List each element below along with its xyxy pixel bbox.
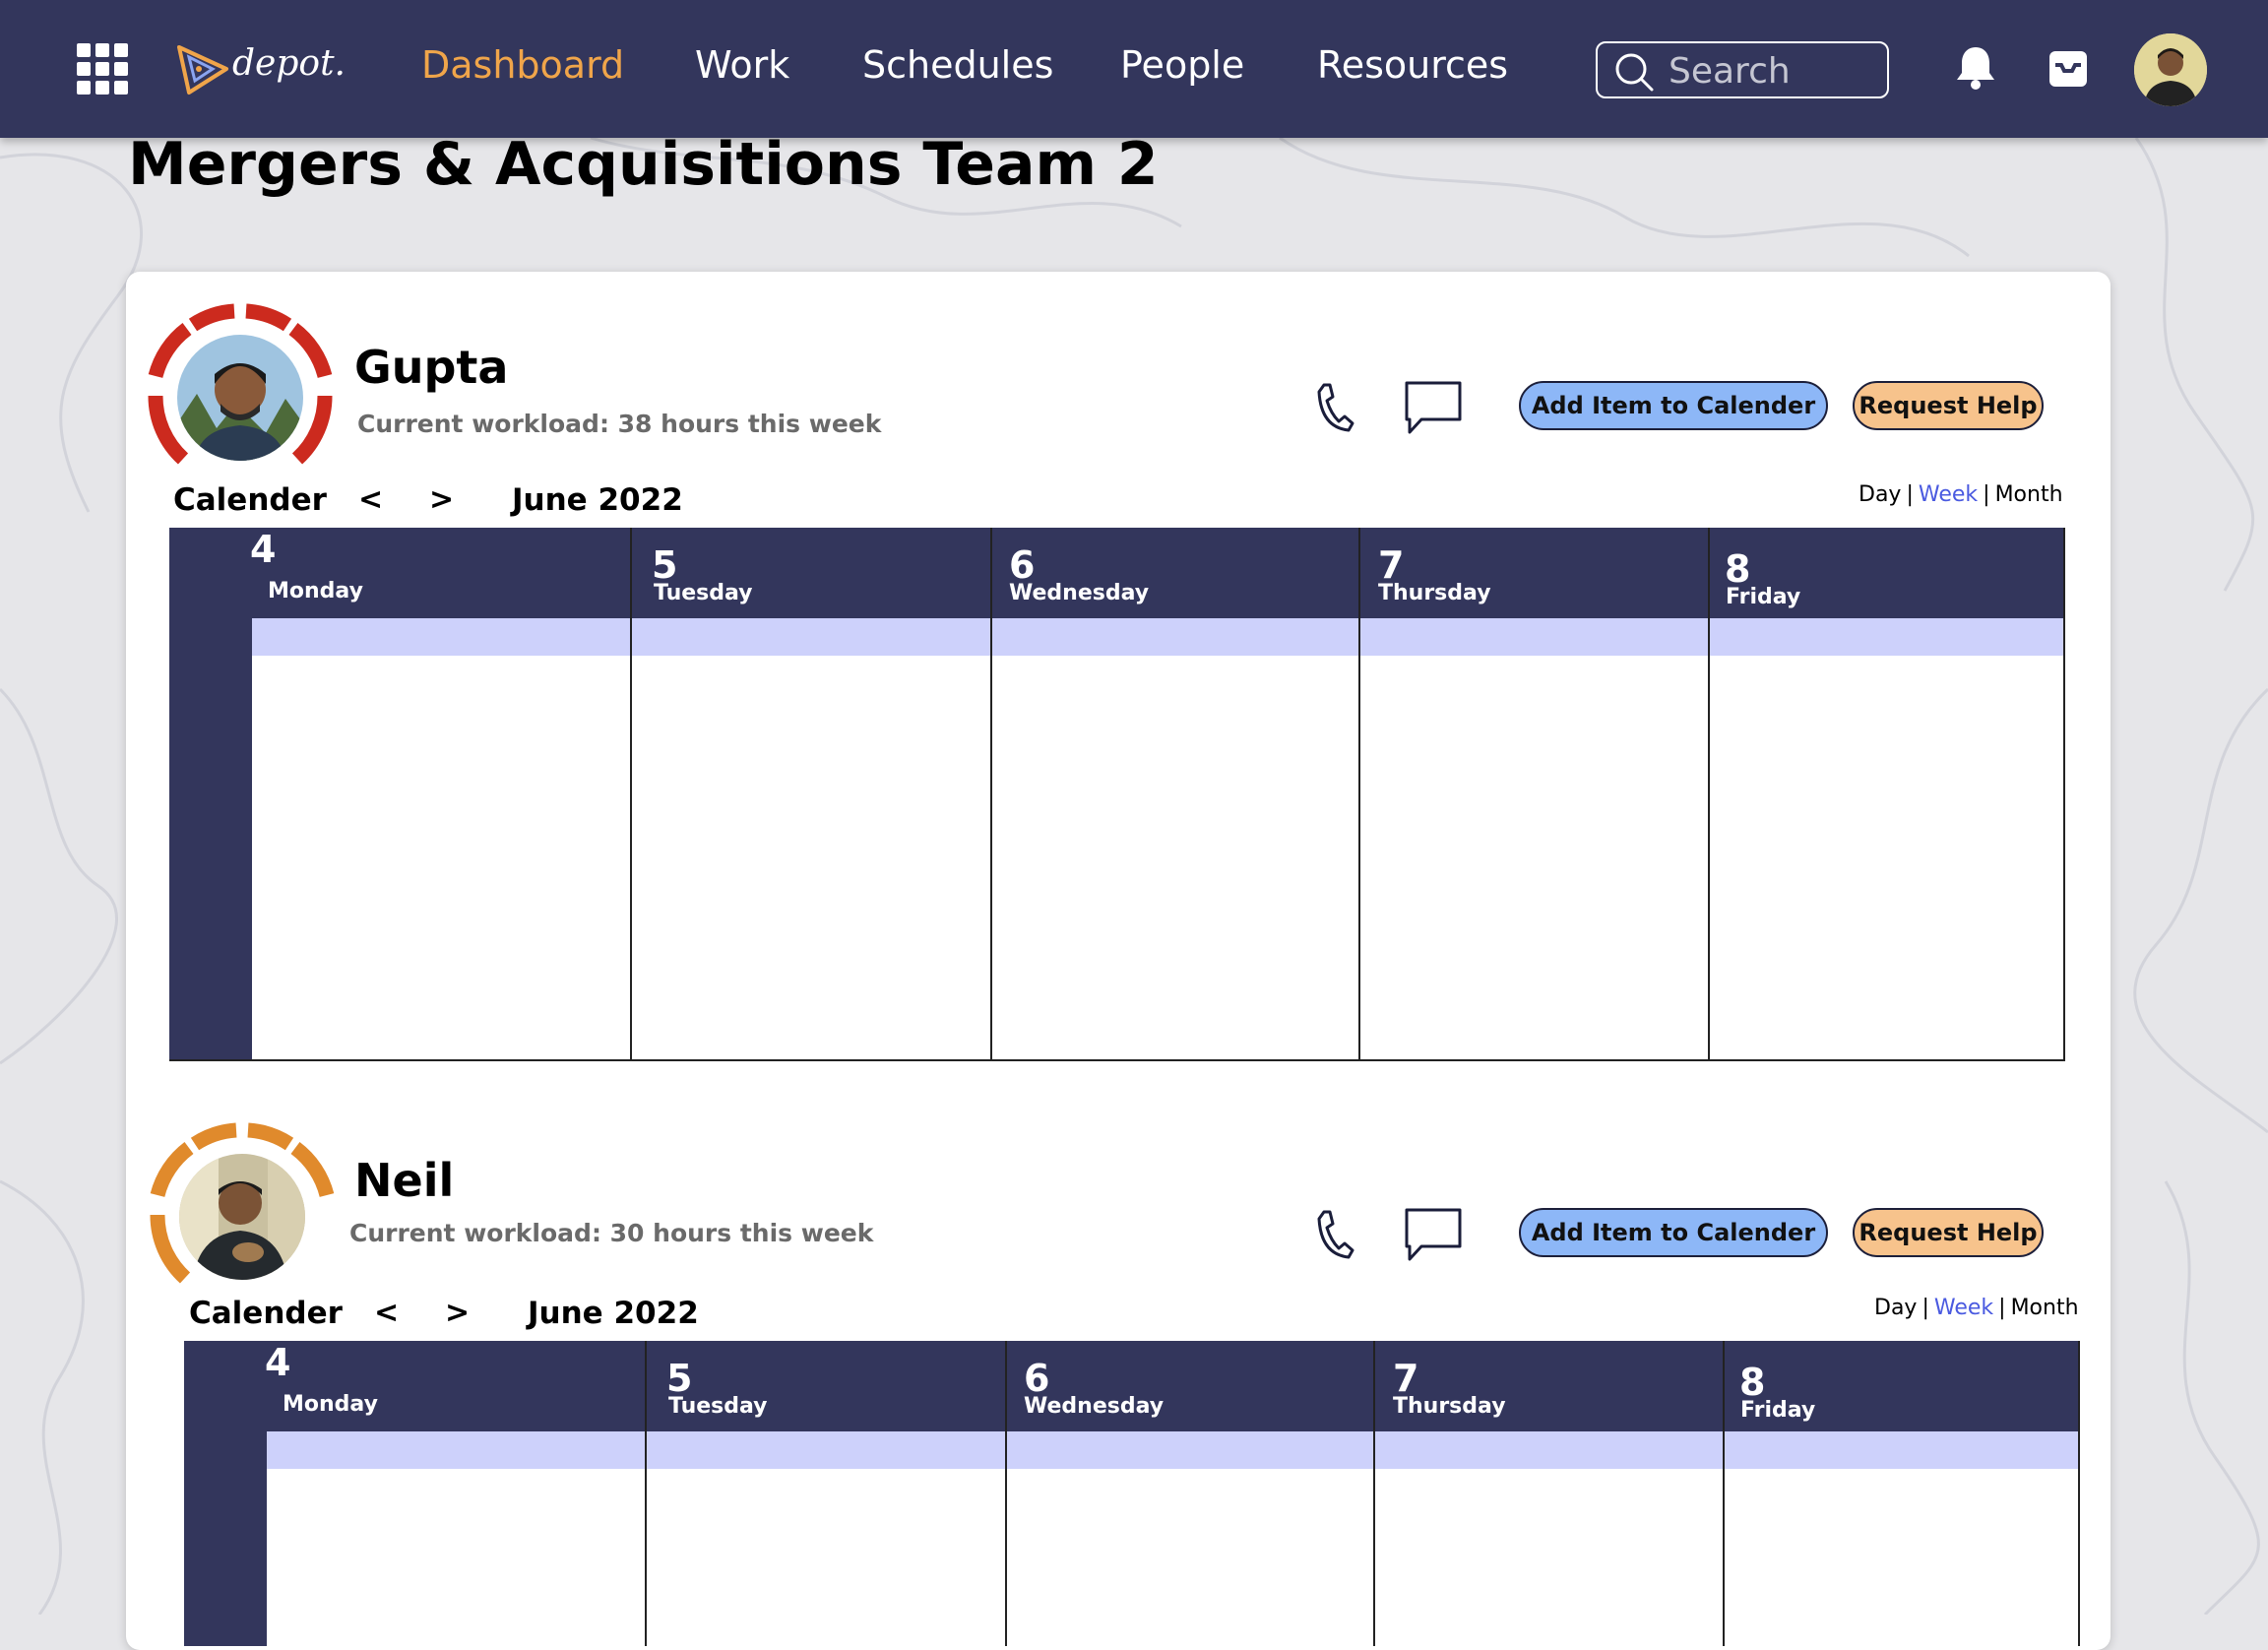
view-switcher: Day | Week | Month <box>1874 1296 2079 1320</box>
calendar-label: Calender <box>173 482 327 518</box>
calendar-time-column <box>169 528 252 1059</box>
page-title: Mergers & Acquisitions Team 2 <box>128 130 1159 199</box>
day-name: Wednesday <box>1024 1394 1165 1419</box>
phone-icon[interactable] <box>1315 1209 1354 1260</box>
nav-dashboard[interactable]: Dashboard <box>421 43 624 87</box>
user-avatar[interactable] <box>2134 33 2207 106</box>
nav-work[interactable]: Work <box>695 43 789 87</box>
calendar-next-button[interactable]: > <box>445 1296 470 1330</box>
all-day-band[interactable] <box>252 618 2063 656</box>
member-name: Gupta <box>354 341 509 394</box>
top-nav-bar: depot. Dashboard Work Schedules People R… <box>0 0 2268 138</box>
search-input[interactable] <box>1667 49 1877 93</box>
nav-people[interactable]: People <box>1120 43 1244 87</box>
add-item-button[interactable]: Add Item to Calender <box>1519 381 1828 430</box>
bell-icon[interactable] <box>1953 43 1998 93</box>
calendar-month: June 2022 <box>512 482 683 518</box>
team-card: Gupta Current workload: 38 hours this we… <box>126 272 2110 1650</box>
day-name: Tuesday <box>668 1394 768 1419</box>
request-help-button[interactable]: Request Help <box>1853 381 2044 430</box>
logo-text[interactable]: depot. <box>232 43 346 84</box>
chat-icon[interactable] <box>1404 380 1463 435</box>
calendar-month: June 2022 <box>528 1296 699 1331</box>
day-name: Thursday <box>1378 581 1491 605</box>
day-name: Tuesday <box>654 581 753 605</box>
calendar-prev-button[interactable]: < <box>374 1296 399 1330</box>
member-photo[interactable] <box>179 1154 305 1280</box>
view-day[interactable]: Day <box>1858 482 1901 507</box>
day-number: 4 <box>265 1341 291 1384</box>
member-name: Neil <box>354 1154 455 1207</box>
day-number: 4 <box>250 528 277 571</box>
week-calendar[interactable]: 4 Monday 5 Tuesday 6 Wednesday 7 Thursda… <box>169 528 2065 1061</box>
search-box[interactable] <box>1596 41 1889 98</box>
apps-grid-icon[interactable] <box>77 43 128 95</box>
nav-resources[interactable]: Resources <box>1317 43 1508 87</box>
view-week[interactable]: Week <box>1919 482 1978 507</box>
workload-text: Current workload: 30 hours this week <box>349 1219 874 1247</box>
chat-icon[interactable] <box>1404 1207 1463 1262</box>
add-item-button[interactable]: Add Item to Calender <box>1519 1208 1828 1257</box>
inbox-icon[interactable] <box>2048 49 2089 89</box>
view-month[interactable]: Month <box>2011 1296 2079 1320</box>
day-name: Friday <box>1740 1398 1816 1423</box>
calendar-label: Calender <box>189 1296 343 1331</box>
calendar-prev-button[interactable]: < <box>358 482 383 517</box>
week-calendar[interactable]: 4 Monday 5 Tuesday 6 Wednesday 7 Thursda… <box>184 1341 2080 1646</box>
calendar-next-button[interactable]: > <box>429 482 454 517</box>
day-name: Thursday <box>1393 1394 1506 1419</box>
calendar-time-column <box>184 1341 267 1646</box>
view-week[interactable]: Week <box>1934 1296 1993 1320</box>
workload-text: Current workload: 38 hours this week <box>357 410 882 438</box>
day-name: Monday <box>268 579 363 603</box>
view-day[interactable]: Day <box>1874 1296 1917 1320</box>
view-switcher: Day | Week | Month <box>1858 482 2063 507</box>
view-month[interactable]: Month <box>1995 482 2063 507</box>
member-photo[interactable] <box>177 335 303 461</box>
day-name: Friday <box>1726 585 1801 609</box>
all-day-band[interactable] <box>267 1431 2078 1469</box>
request-help-button[interactable]: Request Help <box>1853 1208 2044 1257</box>
nav-schedules[interactable]: Schedules <box>862 43 1053 87</box>
phone-icon[interactable] <box>1315 382 1354 433</box>
search-icon <box>1615 53 1654 92</box>
day-name: Monday <box>283 1392 378 1417</box>
day-name: Wednesday <box>1009 581 1150 605</box>
